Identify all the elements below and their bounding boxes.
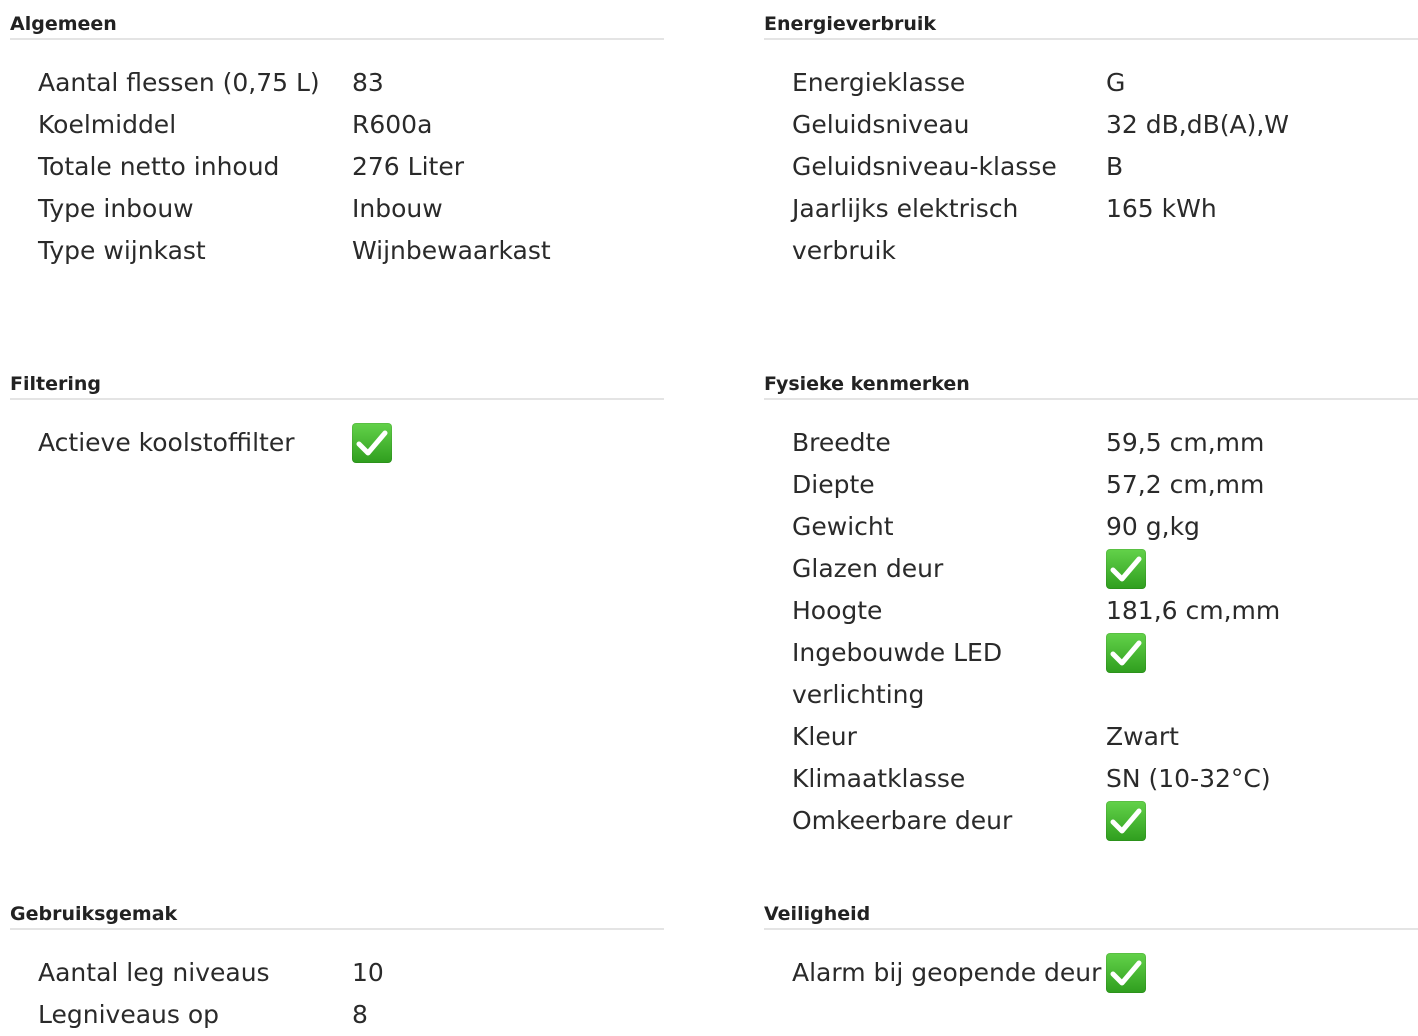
section-veiligheid: Veiligheid Alarm bij geopende deur — [764, 900, 1418, 994]
spec-label: Kleur — [792, 722, 857, 751]
spec-label: Alarm bij geopende deur — [792, 958, 1102, 987]
spec-row: Koelmiddel R600a — [38, 104, 664, 146]
spec-row: Jaarlijks elektrisch verbruik 165 kWh — [792, 188, 1418, 272]
spec-value: 32 dB,dB(A),W — [1106, 110, 1290, 139]
spec-label: Diepte — [792, 470, 875, 499]
spec-list: Actieve koolstoffilter — [10, 400, 664, 464]
spec-label: Glazen deur — [792, 554, 944, 583]
spec-value: 8 — [352, 1000, 368, 1029]
check-icon — [1106, 633, 1146, 673]
spec-value: 83 — [352, 68, 384, 97]
spec-label: Aantal flessen (0,75 L) — [38, 68, 320, 97]
spec-value: Zwart — [1106, 722, 1179, 751]
spec-row: Legniveaus op 8 — [38, 994, 664, 1036]
spec-label: Geluidsniveau-klasse — [792, 152, 1057, 181]
spec-label: Legniveaus op — [38, 1000, 220, 1029]
spec-label: Hoogte — [792, 596, 883, 625]
spec-row: Breedte 59,5 cm,mm — [792, 422, 1418, 464]
section-filtering: Filtering Actieve koolstoffilter — [10, 370, 664, 464]
check-icon — [1106, 953, 1146, 993]
spec-label: Ingebouwde LED verlichting — [792, 638, 1003, 709]
spec-value: 276 Liter — [352, 152, 464, 181]
section-title: Gebruiksgemak — [10, 900, 664, 930]
spec-row: Actieve koolstoffilter — [38, 422, 664, 464]
section-title: Fysieke kenmerken — [764, 370, 1418, 400]
spec-list: Aantal leg niveaus 10 Legniveaus op 8 — [10, 930, 664, 1036]
spec-value: B — [1106, 152, 1124, 181]
spec-row: Glazen deur — [792, 548, 1418, 590]
spec-label: Actieve koolstoffilter — [38, 428, 295, 457]
spec-label: Aantal leg niveaus — [38, 958, 270, 987]
spec-row: Geluidsniveau 32 dB,dB(A),W — [792, 104, 1418, 146]
spec-label: Type wijnkast — [38, 236, 206, 265]
spec-row: Energieklasse G — [792, 62, 1418, 104]
spec-list: Energieklasse G Geluidsniveau 32 dB,dB(A… — [764, 40, 1418, 272]
spec-row: Aantal leg niveaus 10 — [38, 952, 664, 994]
spec-value: 10 — [352, 958, 384, 987]
spec-value — [1106, 548, 1418, 590]
spec-value: R600a — [352, 110, 433, 139]
spec-row: Alarm bij geopende deur — [792, 952, 1418, 994]
spec-row: Diepte 57,2 cm,mm — [792, 464, 1418, 506]
spec-row: Gewicht 90 g,kg — [792, 506, 1418, 548]
spec-list: Alarm bij geopende deur — [764, 930, 1418, 994]
section-title: Veiligheid — [764, 900, 1418, 930]
spec-row: Ingebouwde LED verlichting — [792, 632, 1418, 716]
spec-value: Inbouw — [352, 194, 443, 223]
spec-label: Totale netto inhoud — [38, 152, 280, 181]
spec-row: Type inbouw Inbouw — [38, 188, 664, 230]
spec-row: Geluidsniveau-klasse B — [792, 146, 1418, 188]
spec-value: Wijnbewaarkast — [352, 236, 551, 265]
spec-row: Aantal flessen (0,75 L) 83 — [38, 62, 664, 104]
section-title: Energieverbruik — [764, 10, 1418, 40]
spec-label: Klimaatklasse — [792, 764, 966, 793]
spec-value — [1106, 952, 1418, 994]
check-icon — [352, 423, 392, 463]
spec-list: Aantal flessen (0,75 L) 83 Koelmiddel R6… — [10, 40, 664, 272]
check-icon — [1106, 801, 1146, 841]
section-energieverbruik: Energieverbruik Energieklasse G Geluidsn… — [764, 10, 1418, 272]
spec-label: Geluidsniveau — [792, 110, 970, 139]
section-title: Filtering — [10, 370, 664, 400]
spec-row: Klimaatklasse SN (10-32°C) — [792, 758, 1418, 800]
spec-value: 90 g,kg — [1106, 512, 1200, 541]
spec-value: SN (10-32°C) — [1106, 764, 1271, 793]
spec-label: Type inbouw — [38, 194, 194, 223]
spec-value — [1106, 632, 1418, 716]
spec-value: 57,2 cm,mm — [1106, 470, 1265, 499]
spec-value: 165 kWh — [1106, 194, 1217, 223]
spec-row: Omkeerbare deur — [792, 800, 1418, 842]
spec-value — [1106, 800, 1418, 842]
spec-label: Energieklasse — [792, 68, 966, 97]
section-title: Algemeen — [10, 10, 664, 40]
spec-row: Kleur Zwart — [792, 716, 1418, 758]
spec-row: Totale netto inhoud 276 Liter — [38, 146, 664, 188]
spec-row: Hoogte 181,6 cm,mm — [792, 590, 1418, 632]
check-icon — [1106, 549, 1146, 589]
section-gebruiksgemak: Gebruiksgemak Aantal leg niveaus 10 Legn… — [10, 900, 664, 1036]
section-algemeen: Algemeen Aantal flessen (0,75 L) 83 Koel… — [10, 10, 664, 272]
spec-label: Gewicht — [792, 512, 894, 541]
spec-label: Omkeerbare deur — [792, 806, 1013, 835]
spec-list: Breedte 59,5 cm,mm Diepte 57,2 cm,mm Gew… — [764, 400, 1418, 842]
spec-label: Breedte — [792, 428, 891, 457]
spec-value — [352, 422, 664, 464]
spec-value: 181,6 cm,mm — [1106, 596, 1281, 625]
spec-value: 59,5 cm,mm — [1106, 428, 1265, 457]
spec-row: Type wijnkast Wijnbewaarkast — [38, 230, 664, 272]
section-fysieke-kenmerken: Fysieke kenmerken Breedte 59,5 cm,mm Die… — [764, 370, 1418, 842]
spec-value: G — [1106, 68, 1126, 97]
spec-label: Koelmiddel — [38, 110, 177, 139]
spec-label: Jaarlijks elektrisch verbruik — [792, 194, 1019, 265]
